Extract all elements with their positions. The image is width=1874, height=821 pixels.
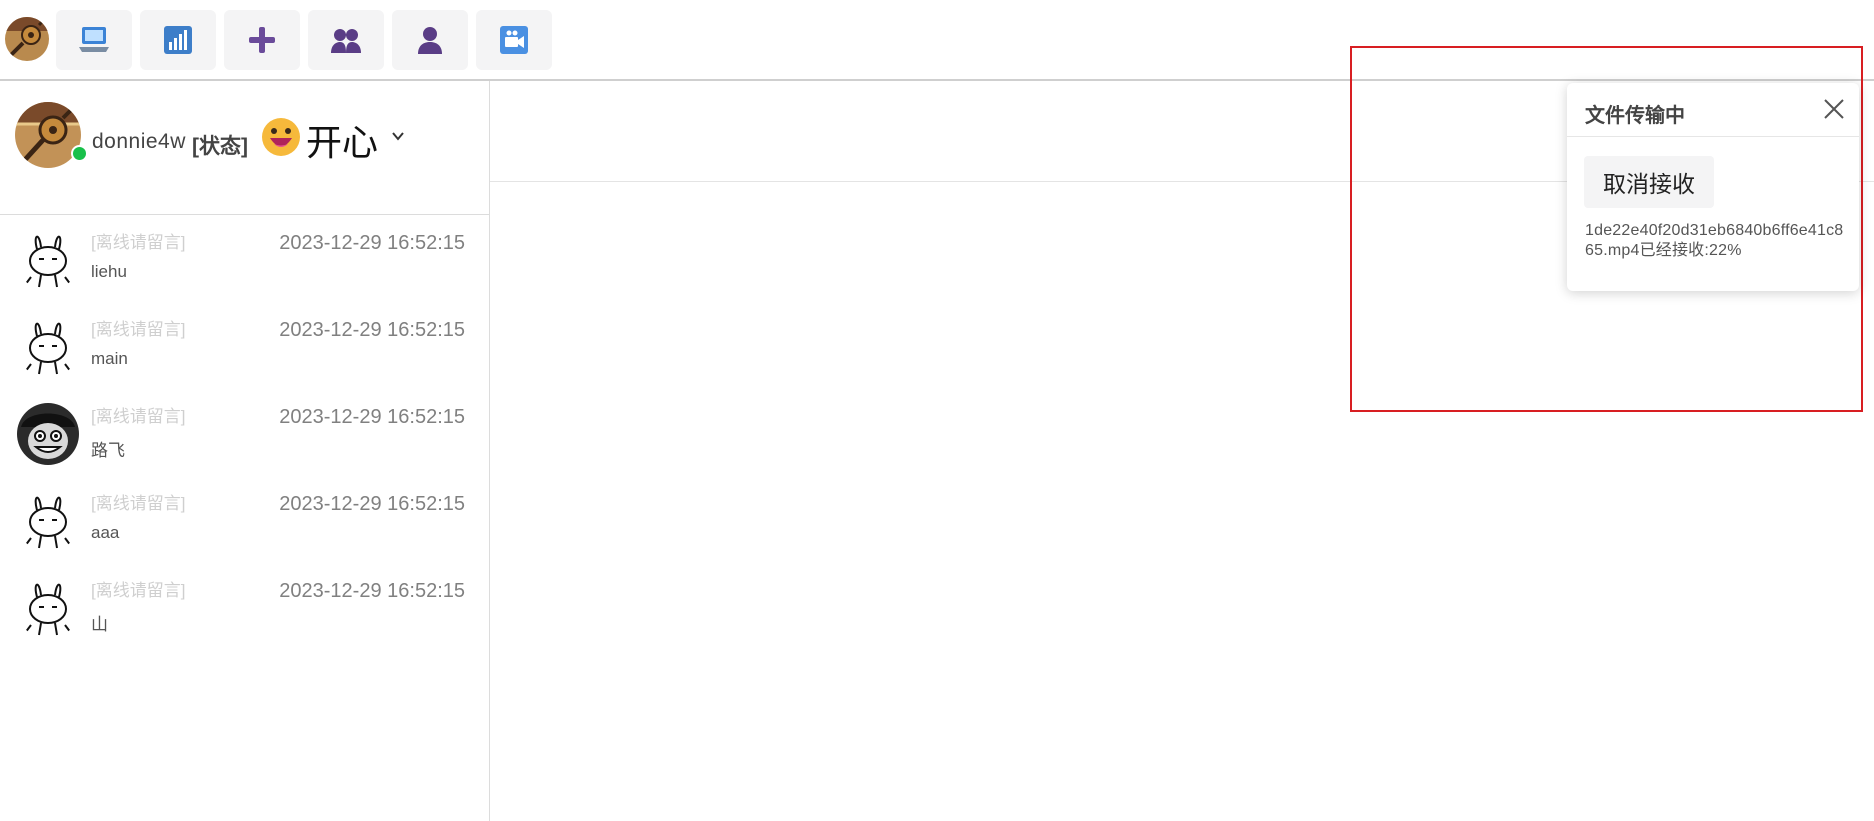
- guitar-avatar-icon[interactable]: [5, 17, 49, 61]
- popup-title: 文件传输中: [1585, 105, 1685, 127]
- contact-time: 2023-12-29 16:52:15: [279, 319, 465, 341]
- computer-icon: [77, 25, 111, 55]
- online-status-icon: [71, 145, 88, 162]
- contact-list: [离线请留言] liehu 2023-12-29 16:52:15 [离线请留言…: [0, 215, 489, 650]
- add-button[interactable]: [224, 10, 300, 70]
- chevron-down-icon[interactable]: [391, 129, 405, 143]
- contact-time: 2023-12-29 16:52:15: [279, 493, 465, 515]
- contact-time: 2023-12-29 16:52:15: [279, 580, 465, 602]
- transfer-progress-text: 1de22e40f20d31eb6840b6ff6e41c865.mp4已经接收…: [1585, 222, 1844, 259]
- rabbit-avatar-icon: [17, 577, 79, 639]
- profile-header: donnie4w [状态] 开心: [0, 81, 489, 215]
- close-icon[interactable]: [1821, 96, 1847, 122]
- plus-icon: [247, 25, 277, 55]
- contact-status: [离线请留言]: [91, 320, 186, 339]
- contact-status: [离线请留言]: [91, 581, 186, 600]
- contact-name: liehu: [91, 262, 127, 281]
- contact-name: 山: [91, 615, 108, 634]
- contact-time: 2023-12-29 16:52:15: [279, 232, 465, 254]
- video-icon: [499, 25, 529, 55]
- luffy-avatar-icon: [17, 403, 79, 465]
- contact-name: 路飞: [91, 441, 125, 460]
- user-button[interactable]: [392, 10, 468, 70]
- contact-time: 2023-12-29 16:52:15: [279, 406, 465, 428]
- bar-chart-icon: [163, 25, 193, 55]
- contact-name: main: [91, 349, 128, 368]
- contact-item[interactable]: [离线请留言] 山 2023-12-29 16:52:15: [0, 563, 489, 650]
- grinning-face-icon: [261, 117, 301, 157]
- left-panel: donnie4w [状态] 开心 [离线请留言] liehu 2023-12-2…: [0, 81, 490, 821]
- group-button[interactable]: [308, 10, 384, 70]
- contact-status: [离线请留言]: [91, 233, 186, 252]
- popup-header: 文件传输中: [1567, 83, 1859, 137]
- chart-button[interactable]: [140, 10, 216, 70]
- cancel-receive-button[interactable]: 取消接收: [1584, 156, 1714, 208]
- group-icon: [330, 26, 362, 54]
- rabbit-avatar-icon: [17, 229, 79, 291]
- contact-item[interactable]: [离线请留言] aaa 2023-12-29 16:52:15: [0, 476, 489, 563]
- rabbit-avatar-icon: [17, 490, 79, 552]
- computer-button[interactable]: [56, 10, 132, 70]
- video-button[interactable]: [476, 10, 552, 70]
- rabbit-avatar-icon: [17, 316, 79, 378]
- guitar-avatar-icon[interactable]: [15, 102, 81, 168]
- contact-item[interactable]: [离线请留言] liehu 2023-12-29 16:52:15: [0, 215, 489, 302]
- contact-name: aaa: [91, 523, 120, 542]
- status-tag[interactable]: [状态]: [192, 130, 248, 160]
- profile-username: donnie4w: [92, 130, 186, 153]
- file-transfer-popup: 文件传输中 取消接收 1de22e40f20d31eb6840b6ff6e41c…: [1567, 83, 1859, 291]
- mood-text[interactable]: 开心: [306, 114, 378, 166]
- contact-status: [离线请留言]: [91, 407, 186, 426]
- contact-status: [离线请留言]: [91, 494, 186, 513]
- contact-item[interactable]: [离线请留言] 路飞 2023-12-29 16:52:15: [0, 389, 489, 476]
- user-icon: [416, 25, 444, 55]
- contact-item[interactable]: [离线请留言] main 2023-12-29 16:52:15: [0, 302, 489, 389]
